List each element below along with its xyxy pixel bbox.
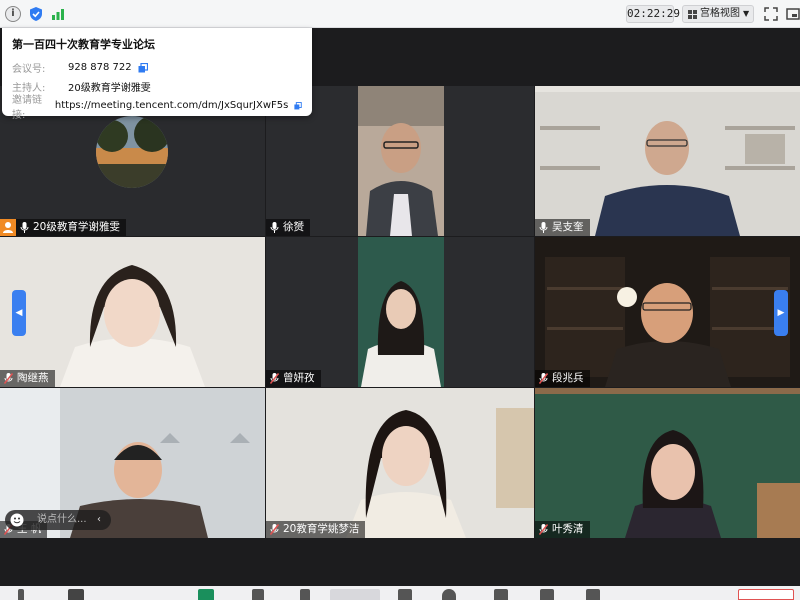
participant-nametag: 曾妍孜 — [266, 370, 321, 387]
participant-tile[interactable]: 吴支奎 — [535, 86, 800, 236]
layout-icon[interactable] — [540, 589, 554, 600]
participant-nametag: 陶继燕 — [0, 370, 55, 387]
window-mode-icon[interactable] — [785, 6, 800, 22]
meeting-id-label: 会议号: — [12, 64, 46, 75]
participant-tile[interactable]: 叶秀清 — [535, 388, 800, 538]
leave-button[interactable] — [738, 589, 794, 600]
video-feed — [535, 237, 800, 387]
host-value: 20级教育学谢雅雯 — [68, 83, 151, 94]
participant-tile[interactable]: 段兆兵 — [535, 237, 800, 387]
emoji-icon[interactable] — [10, 513, 24, 527]
participant-name: 20级教育学谢雅雯 — [33, 221, 120, 233]
participant-nametag: 段兆兵 — [535, 370, 590, 387]
participant-name: 徐赟 — [283, 221, 304, 233]
fullscreen-icon[interactable] — [763, 6, 779, 22]
shield-icon[interactable] — [28, 6, 44, 22]
meeting-id-value: 928 878 722 — [68, 62, 132, 73]
video-feed — [358, 237, 444, 387]
chevron-down-icon: ▼ — [743, 9, 750, 18]
video-feed — [535, 86, 800, 236]
participant-nametag: 20级教育学谢雅雯 — [16, 219, 126, 236]
mic-icon — [20, 222, 29, 233]
meeting-timer: 02:22:29 — [626, 5, 680, 23]
apps-icon[interactable] — [398, 589, 412, 600]
participant-nametag: 20教育学姚梦洁 — [266, 521, 366, 538]
mic-muted-icon — [4, 373, 13, 384]
camera-off-icon[interactable] — [68, 589, 84, 600]
invite-link-label: 邀请链接: — [12, 94, 42, 121]
invite-link-value[interactable]: https://meeting.tencent.com/dm/JxSqurJXw… — [55, 100, 288, 111]
participant-nametag: 叶秀清 — [535, 521, 590, 538]
participant-name: 20教育学姚梦洁 — [283, 523, 360, 535]
mic-muted-icon — [539, 524, 548, 535]
video-feed — [0, 237, 265, 387]
bottom-toolbar — [0, 586, 800, 600]
view-mode-button[interactable]: 宫格视图 ▼ — [682, 5, 754, 23]
participant-name: 吴支奎 — [552, 221, 584, 233]
participant-name: 陶继燕 — [17, 372, 49, 384]
view-mode-label: 宫格视图 — [700, 8, 740, 19]
participant-name: 段兆兵 — [552, 372, 584, 384]
mic-icon — [270, 222, 279, 233]
top-bar: i 02:22:29 宫格视图 ▼ — [0, 0, 800, 28]
participants-icon[interactable] — [300, 589, 310, 600]
participant-name: 曾妍孜 — [283, 372, 315, 384]
copy-icon[interactable] — [294, 101, 302, 111]
participant-nametag: 吴支奎 — [535, 219, 590, 236]
host-row: 主持人: 20级教育学谢雅雯 — [12, 77, 302, 96]
chat-input-pill[interactable]: 说点什么... ‹ — [5, 510, 111, 530]
chat-placeholder: 说点什么... — [37, 514, 87, 525]
mic-muted-icon — [539, 373, 548, 384]
participant-tile[interactable]: 陶继燕 — [0, 237, 265, 387]
grid-icon — [688, 10, 697, 19]
chat-icon[interactable] — [494, 589, 508, 600]
mic-icon[interactable] — [18, 589, 24, 600]
prev-page-button[interactable]: ◀ — [12, 290, 26, 336]
meeting-info-popup: 第一百四十次教育学专业论坛 会议号: 928 878 722 主持人: 20级教… — [2, 28, 312, 121]
signal-icon[interactable] — [50, 6, 66, 22]
participant-tile[interactable]: 曾妍孜 — [266, 237, 534, 387]
meeting-id-row: 会议号: 928 878 722 — [12, 58, 302, 77]
next-page-button[interactable]: ▶ — [774, 290, 788, 336]
mic-muted-icon — [270, 524, 279, 535]
participant-name: 叶秀清 — [552, 523, 584, 535]
meeting-title: 第一百四十次教育学专业论坛 — [12, 38, 155, 51]
invite-link-row: 邀请链接: https://meeting.tencent.com/dm/JxS… — [12, 95, 302, 121]
mic-muted-icon — [270, 373, 279, 384]
participant-tile[interactable]: 20教育学姚梦洁 — [266, 388, 534, 538]
video-feed — [535, 388, 800, 538]
record-icon[interactable] — [442, 589, 456, 600]
info-icon[interactable]: i — [5, 6, 21, 22]
copy-icon[interactable] — [138, 62, 148, 73]
video-feed — [266, 388, 534, 538]
members-tab-icon[interactable] — [330, 589, 380, 600]
participant-nametag: 徐赟 — [266, 219, 310, 236]
chevron-left-icon[interactable]: ‹ — [97, 510, 101, 530]
user-icon — [3, 222, 13, 233]
share-screen-icon[interactable] — [198, 589, 214, 600]
security-icon[interactable] — [252, 589, 264, 600]
mic-icon — [539, 222, 548, 233]
settings-icon[interactable] — [586, 589, 600, 600]
host-badge — [0, 219, 16, 236]
